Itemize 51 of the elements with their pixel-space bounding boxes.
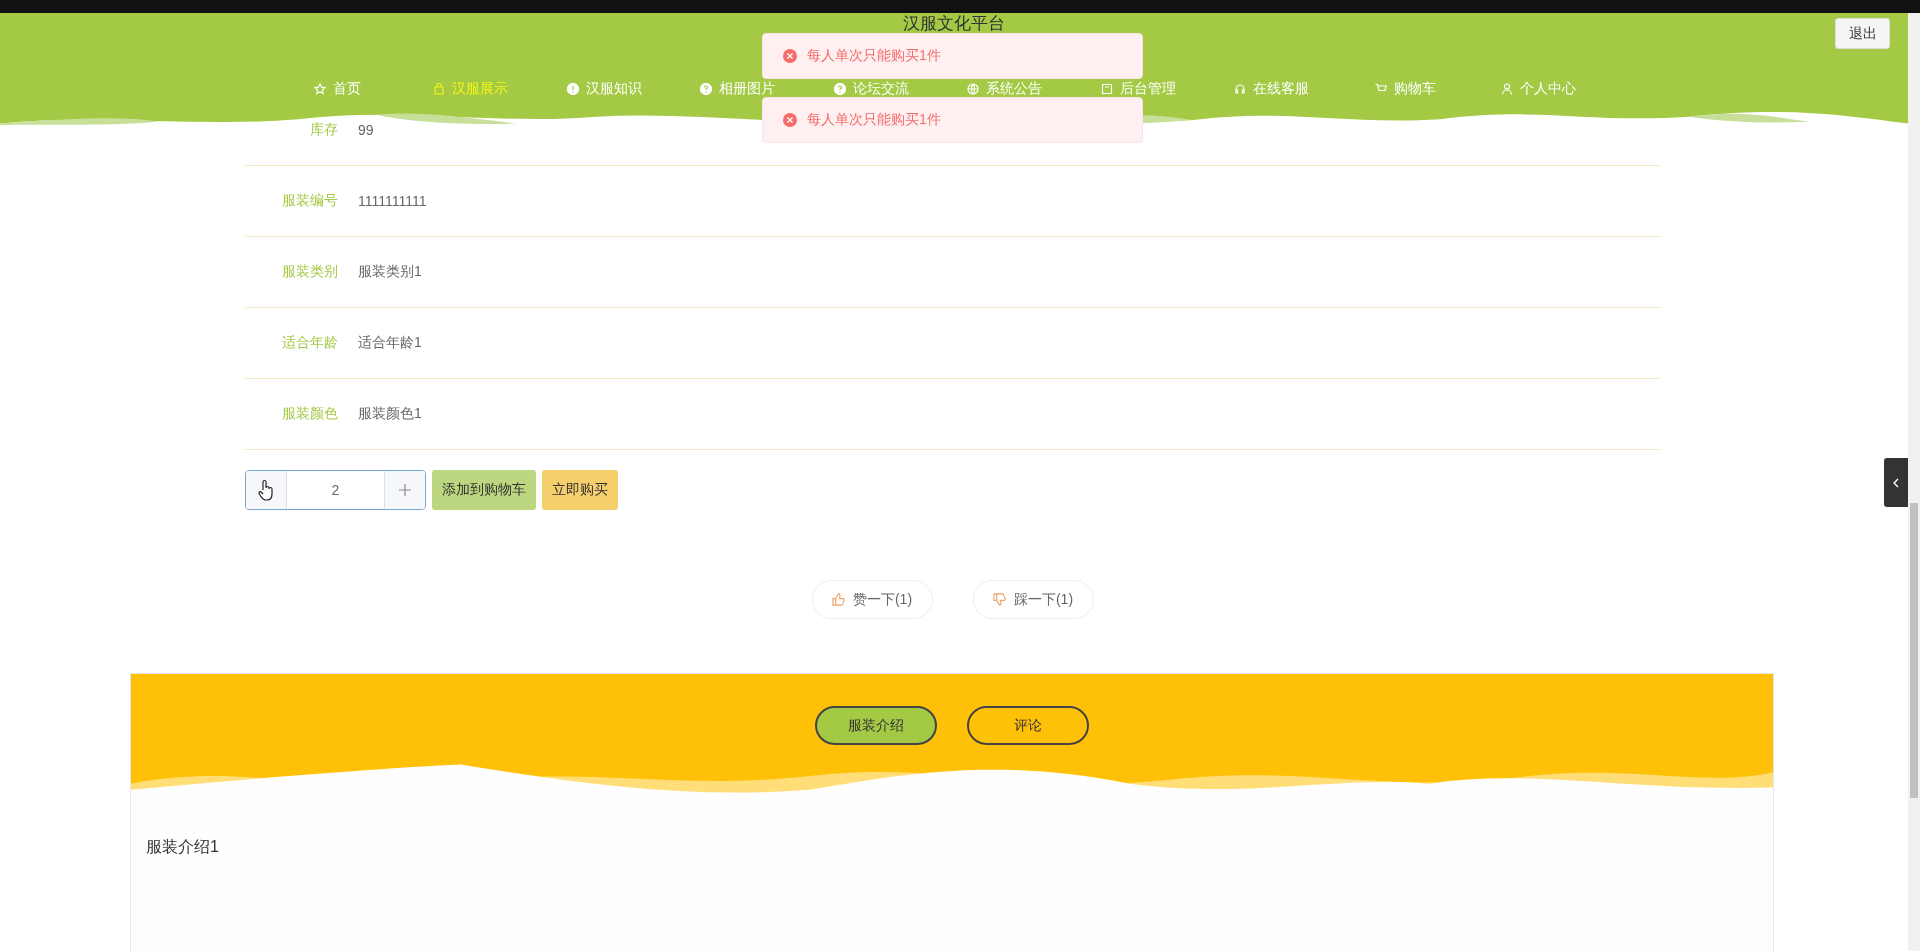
nav-link[interactable]: 首页 bbox=[270, 81, 404, 96]
field-label: 适合年龄 bbox=[281, 334, 339, 352]
star-icon bbox=[313, 82, 326, 95]
field-label: 库存 bbox=[309, 121, 339, 139]
nav-link[interactable]: 系统公告 bbox=[938, 81, 1072, 96]
dislike-button[interactable]: 踩一下(1) bbox=[972, 580, 1094, 619]
tab[interactable]: 评论 bbox=[967, 706, 1089, 745]
nav-link[interactable]: 相册图片 bbox=[671, 81, 805, 96]
doc-icon bbox=[1100, 82, 1113, 95]
quantity-stepper[interactable]: 2 bbox=[245, 470, 426, 510]
nav-link[interactable]: 在线客服 bbox=[1205, 81, 1339, 96]
globe-icon bbox=[967, 82, 980, 95]
headset-icon bbox=[1234, 82, 1247, 95]
hand-cursor-icon bbox=[258, 479, 274, 501]
nav-link[interactable]: 购物车 bbox=[1338, 81, 1472, 96]
field-value: 服装颜色1 bbox=[358, 405, 422, 423]
plus-icon bbox=[399, 484, 411, 496]
thumbs-up-icon bbox=[831, 593, 845, 606]
field-label: 服装颜色 bbox=[281, 405, 339, 423]
scrollbar[interactable] bbox=[1908, 13, 1920, 951]
like-button[interactable]: 赞一下(1) bbox=[811, 580, 933, 619]
nav-link[interactable]: 论坛交流 bbox=[804, 81, 938, 96]
add-to-cart-button[interactable]: 添加到购物车 bbox=[432, 470, 536, 510]
error-icon bbox=[783, 49, 797, 63]
question-icon bbox=[700, 82, 713, 95]
quantity-field[interactable]: 2 bbox=[287, 471, 384, 509]
field-value: 服装类别1 bbox=[358, 263, 422, 281]
field-value: 99 bbox=[358, 122, 374, 138]
thumbs-down-icon bbox=[992, 593, 1006, 606]
nav-link[interactable]: 后台管理 bbox=[1071, 81, 1205, 96]
bag-icon bbox=[433, 82, 446, 95]
user-icon bbox=[1501, 82, 1514, 95]
description-text: 服装介绍1 bbox=[146, 837, 220, 857]
info-icon bbox=[566, 82, 579, 95]
error-icon bbox=[783, 113, 797, 127]
nav-link[interactable]: 汉服知识 bbox=[537, 81, 671, 96]
toast-message: 每人单次只能购买1件 bbox=[807, 111, 941, 129]
nav-link[interactable]: 个人中心 bbox=[1472, 81, 1606, 96]
logout-button[interactable]: 退出 bbox=[1835, 18, 1890, 49]
nav-link[interactable]: 汉服展示 bbox=[404, 81, 538, 96]
field-value: 1111111111 bbox=[358, 193, 427, 209]
collapse-tab[interactable] bbox=[1884, 458, 1908, 507]
question-icon bbox=[833, 82, 846, 95]
toast-message: 每人单次只能购买1件 bbox=[807, 47, 941, 65]
decrease-button[interactable] bbox=[246, 471, 287, 509]
field-label: 服装类别 bbox=[281, 263, 339, 281]
field-label: 服装编号 bbox=[281, 192, 339, 210]
tab[interactable]: 服装介绍 bbox=[815, 706, 937, 745]
chevron-left-icon bbox=[1892, 477, 1900, 488]
buy-now-button[interactable]: 立即购买 bbox=[542, 470, 618, 510]
field-value: 适合年龄1 bbox=[358, 334, 422, 352]
